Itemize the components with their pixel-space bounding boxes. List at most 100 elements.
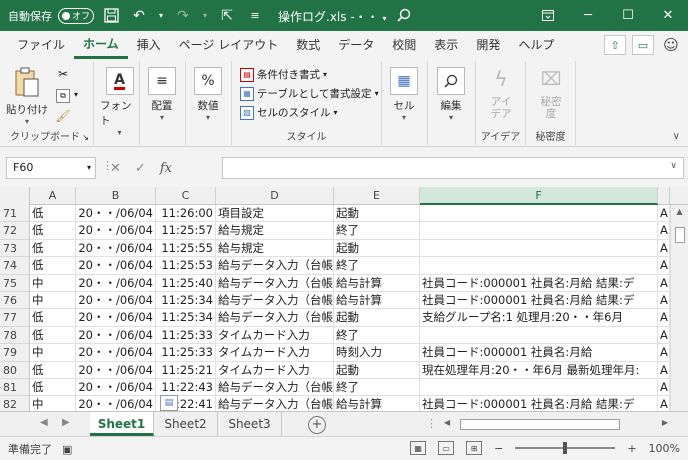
cell-d[interactable]: タイムカード入力 xyxy=(216,344,334,362)
ideas-button[interactable]: ϟ アイ デア xyxy=(487,65,515,120)
paste-button[interactable]: 貼り付け ▾ xyxy=(6,65,48,126)
column-header-c[interactable]: C xyxy=(156,187,216,205)
collapse-ribbon-icon[interactable]: ∨ xyxy=(673,131,680,142)
cell-f[interactable]: 社員コード:000001 社員名:月給 結果:デ xyxy=(420,396,658,411)
cell-b[interactable]: 20・・/06/04 xyxy=(76,274,156,292)
cell-a[interactable]: 中 xyxy=(30,344,76,362)
copy-dropdown-icon[interactable]: ▾ xyxy=(74,90,78,99)
cell-g[interactable]: A xyxy=(658,205,670,223)
clipboard-launcher-icon[interactable]: ↘ xyxy=(82,133,89,142)
cell-a[interactable]: 低 xyxy=(30,379,76,397)
title-dropdown-icon[interactable]: ▾ xyxy=(383,14,387,23)
cell-g[interactable]: A xyxy=(658,292,670,310)
horizontal-scroll-thumb[interactable] xyxy=(460,419,620,430)
cell-b[interactable]: 20・・/06/04 xyxy=(76,309,156,327)
prev-sheet-icon[interactable]: ◀ xyxy=(40,417,48,428)
row-header[interactable]: 74 xyxy=(0,257,30,275)
minimize-icon[interactable]: ─ xyxy=(568,0,608,31)
cell-d[interactable]: 給与データ入力（台帳 xyxy=(216,274,334,292)
zoom-level[interactable]: 100% xyxy=(649,442,680,455)
cell-f[interactable] xyxy=(420,222,658,240)
macro-record-icon[interactable]: ▣ xyxy=(62,443,72,456)
cell-f[interactable] xyxy=(420,239,658,258)
alignment-button[interactable]: ≡ 配置 ▾ xyxy=(148,67,176,122)
expand-formula-icon[interactable]: ∨ xyxy=(670,161,677,171)
cell-c[interactable]: 11:25:33 xyxy=(156,344,216,362)
tab-view[interactable]: 表示 xyxy=(425,31,467,59)
editing-button[interactable]: 編集 ▾ xyxy=(437,67,465,122)
cell-c[interactable]: 11:25:34 xyxy=(156,292,216,310)
share-icon[interactable]: ⇧ xyxy=(604,35,626,55)
cell-f[interactable]: 社員コード:000001 社員名:月給 結果:デ xyxy=(420,292,658,310)
cell-e[interactable]: 終了 xyxy=(334,326,420,345)
zoom-in-icon[interactable]: + xyxy=(627,442,636,455)
cell-d[interactable]: 給与規定 xyxy=(216,222,334,240)
cell-a[interactable]: 低 xyxy=(30,205,76,223)
redo-icon[interactable]: ↷ xyxy=(172,5,194,27)
tab-split-handle[interactable]: ⋮ xyxy=(426,417,437,430)
cell-f[interactable] xyxy=(420,205,658,223)
cell-c[interactable]: 11:25:40 xyxy=(156,274,216,292)
vertical-scroll-thumb[interactable] xyxy=(675,227,685,243)
cell-d[interactable]: 項目設定 xyxy=(216,205,334,223)
add-sheet-icon[interactable]: + xyxy=(308,416,326,434)
cell-d[interactable]: 給与データ入力（台帳 xyxy=(216,379,334,397)
scroll-left-icon[interactable]: ◀ xyxy=(444,418,450,427)
cell-f[interactable] xyxy=(420,326,658,345)
row-header[interactable]: 78 xyxy=(0,326,30,345)
cell-a[interactable]: 中 xyxy=(30,274,76,292)
cell-g[interactable]: A xyxy=(658,361,670,379)
column-header-b[interactable]: B xyxy=(76,187,156,205)
cell-e[interactable]: 終了 xyxy=(334,222,420,240)
cell-e[interactable]: 給与計算 xyxy=(334,274,420,292)
zoom-out-icon[interactable]: − xyxy=(494,442,503,455)
font-button[interactable]: A フォント ▾ xyxy=(100,67,139,137)
page-layout-view-icon[interactable]: ▭ xyxy=(438,441,455,455)
tab-developer[interactable]: 開発 xyxy=(467,31,509,59)
cell-g[interactable]: A xyxy=(658,344,670,362)
cell-c[interactable]: 11:25:53 xyxy=(156,257,216,275)
format-as-table-button[interactable]: ▦ テーブルとして書式設定 ▾ xyxy=(240,86,379,101)
cancel-icon[interactable]: ✕ xyxy=(110,161,121,176)
row-header[interactable]: 72 xyxy=(0,222,30,240)
tab-page-layout[interactable]: ページ レイアウト xyxy=(170,31,288,59)
next-sheet-icon[interactable]: ▶ xyxy=(62,417,70,428)
worksheet-grid[interactable]: A B C D E F 71 低 20・・/06/04 11:26:00 項目設定 起動 A… xyxy=(0,187,688,411)
tab-file[interactable]: ファイル xyxy=(8,31,74,59)
cell-g[interactable]: A xyxy=(658,396,670,411)
row-header[interactable]: 81 xyxy=(0,379,30,397)
row-header[interactable]: 76 xyxy=(0,292,30,310)
cell-g[interactable]: A xyxy=(658,379,670,397)
cell-a[interactable]: 低 xyxy=(30,309,76,327)
column-header-a[interactable]: A xyxy=(30,187,76,205)
maximize-icon[interactable]: ☐ xyxy=(608,0,648,31)
cell-f[interactable]: 社員コード:000001 社員名:月給 結果:デ xyxy=(420,274,658,292)
column-header-g[interactable] xyxy=(658,187,670,205)
cell-g[interactable]: A xyxy=(658,222,670,240)
cell-d[interactable]: 給与規定 xyxy=(216,239,334,258)
vertical-scrollbar[interactable]: ▲ xyxy=(670,205,688,411)
cell-c[interactable]: 11:25:57 xyxy=(156,222,216,240)
sensitivity-button[interactable]: ⌧ 秘密 度 xyxy=(537,65,565,121)
number-button[interactable]: % 数値 ▾ xyxy=(194,67,222,122)
cell-f[interactable] xyxy=(420,257,658,275)
name-box[interactable]: F60 ▾ xyxy=(6,157,96,179)
comment-icon[interactable]: ▭ xyxy=(632,35,654,55)
search-icon[interactable] xyxy=(393,4,415,26)
select-all-corner[interactable] xyxy=(0,187,30,205)
cell-f[interactable]: 現在処理年月:20・・年6月 最新処理年月: xyxy=(420,361,658,379)
cell-a[interactable]: 低 xyxy=(30,361,76,379)
tab-data[interactable]: データ xyxy=(329,31,383,59)
cell-d[interactable]: 給与データ入力（台帳 xyxy=(216,257,334,275)
cell-b[interactable]: 20・・/06/04 xyxy=(76,379,156,397)
tab-insert[interactable]: 挿入 xyxy=(128,31,170,59)
cell-c[interactable]: 11:25:34 xyxy=(156,309,216,327)
cell-a[interactable]: 低 xyxy=(30,257,76,275)
sheet-tab-sheet2[interactable]: Sheet2 xyxy=(154,412,218,436)
autosave-toggle[interactable]: オフ xyxy=(58,7,94,24)
cell-b[interactable]: 20・・/06/04 xyxy=(76,326,156,345)
row-header[interactable]: 73 xyxy=(0,239,30,258)
cell-f[interactable] xyxy=(420,379,658,397)
sheet-tab-sheet3[interactable]: Sheet3 xyxy=(218,412,282,436)
cell-e[interactable]: 起動 xyxy=(334,361,420,379)
